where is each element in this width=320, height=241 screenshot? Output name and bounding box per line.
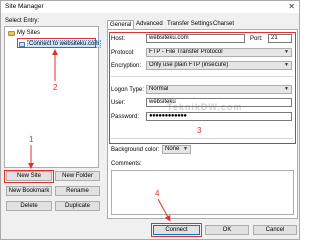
window-title: Site Manager <box>5 3 44 10</box>
background-color-value: None <box>165 146 180 152</box>
tree-root-my-sites[interactable]: My Sites <box>8 30 40 36</box>
highlight-box-site-entry <box>17 38 96 48</box>
site-manager-window: Site Manager ✕ Select Entry: My Sites Co… <box>0 0 300 240</box>
chevron-down-icon: ▼ <box>183 146 188 152</box>
ok-button[interactable]: OK <box>205 225 249 235</box>
delete-button[interactable]: Delete <box>6 201 52 211</box>
tree-root-label: My Sites <box>17 30 41 36</box>
highlight-box-new-site <box>4 170 54 183</box>
annotation-2: 2 <box>53 83 58 92</box>
comments-textarea[interactable] <box>111 170 294 215</box>
background-color-label: Background color: <box>111 147 160 153</box>
rename-button[interactable]: Rename <box>55 186 100 196</box>
tab-transfer-settings[interactable]: Transfer Settings <box>165 20 214 29</box>
folder-icon <box>8 30 15 36</box>
annotation-3: 3 <box>197 126 202 135</box>
title-bar: Site Manager ✕ <box>1 1 299 13</box>
select-entry-label: Select Entry: <box>5 18 40 24</box>
highlight-box-connect <box>151 223 202 237</box>
highlight-box-general <box>109 32 296 144</box>
new-folder-button[interactable]: New Folder <box>55 171 100 181</box>
background-color-select[interactable]: None ▼ <box>162 145 191 154</box>
tab-charset[interactable]: Charset <box>211 20 236 29</box>
cancel-button[interactable]: Cancel <box>253 225 297 235</box>
close-icon[interactable]: ✕ <box>288 2 295 11</box>
new-bookmark-button[interactable]: New Bookmark <box>6 186 52 196</box>
comments-label: Comments: <box>111 161 142 167</box>
tab-advanced[interactable]: Advanced <box>134 20 165 29</box>
annotation-1: 1 <box>29 135 34 144</box>
annotation-4: 4 <box>155 189 160 198</box>
duplicate-button[interactable]: Duplicate <box>55 201 100 211</box>
